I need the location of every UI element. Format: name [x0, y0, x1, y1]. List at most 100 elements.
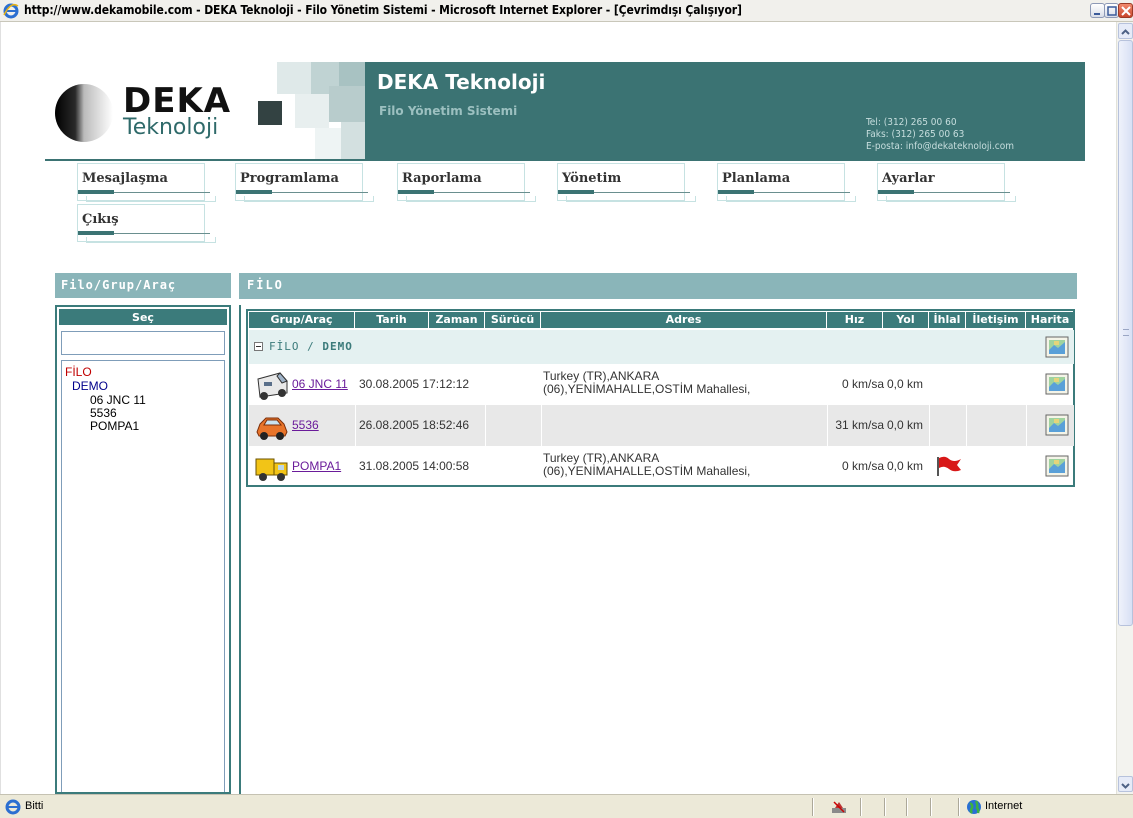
table-row[interactable]: 06 JNC 11 30.08.2005 17:12:12 Turkey (TR… [249, 364, 1074, 405]
column-header[interactable]: Harita [1026, 312, 1074, 328]
column-header[interactable]: Adres [541, 312, 827, 328]
logo-mosaic-tile [339, 62, 365, 86]
vehicle-link[interactable]: POMPA1 [292, 459, 341, 473]
menu-label: Mesajlaşma [82, 171, 168, 186]
status-divider [884, 798, 886, 816]
menu-mesajlasma[interactable]: Mesajlaşma [77, 163, 216, 202]
menu-shadow [406, 196, 536, 202]
logo-square-icon [258, 101, 282, 125]
contact-tel: Tel: (312) 265 00 60 [866, 117, 957, 128]
cell-divider [929, 405, 930, 446]
menu-label: Ayarlar [882, 171, 935, 186]
menu-planlama[interactable]: Planlama [717, 163, 856, 202]
map-icon[interactable] [1045, 414, 1069, 436]
tree-group-demo[interactable]: DEMO [72, 380, 108, 393]
vehicle-link[interactable]: 06 JNC 11 [292, 377, 348, 391]
status-divider [812, 798, 814, 816]
scroll-down-button[interactable] [1118, 776, 1133, 792]
breadcrumb-group[interactable]: DEMO [322, 340, 353, 353]
address-line: (06),YENİMAHALLE,OSTİM Mahallesi, [543, 464, 751, 478]
menu-shadow [86, 237, 216, 243]
deka-logo-icon [55, 84, 113, 142]
van-icon [257, 372, 288, 400]
menu-cikis[interactable]: Çıkış [77, 204, 216, 243]
cell-divider [355, 405, 356, 446]
cell-divider [541, 405, 542, 446]
select-header: Seç [59, 309, 227, 325]
vehicle-link[interactable]: 5536 [292, 418, 319, 432]
logo-mosaic-tile [315, 128, 341, 159]
select-label: Seç [132, 311, 154, 324]
status-divider [860, 798, 862, 816]
tree-vehicle[interactable]: POMPA1 [90, 420, 139, 433]
map-icon[interactable] [1045, 373, 1069, 395]
cell-divider [966, 405, 967, 446]
maximize-button[interactable] [1104, 3, 1119, 18]
cell-divider [827, 405, 828, 446]
logo-area: DEKA Teknoloji [45, 62, 365, 159]
column-header[interactable]: Sürücü [485, 312, 541, 328]
logo-text-deka: DEKA [123, 81, 232, 121]
row-address: Turkey (TR),ANKARA (06),YENİMAHALLE,OSTİ… [543, 452, 750, 478]
truck-icon [255, 458, 288, 481]
collapse-icon[interactable] [254, 342, 263, 351]
row-distance: 0,0 km [887, 418, 924, 432]
close-button[interactable] [1118, 3, 1133, 18]
breadcrumb-separator: / [299, 340, 323, 353]
menu-accent [78, 190, 114, 194]
menu-accent [78, 231, 114, 235]
menu-yonetim[interactable]: Yönetim [557, 163, 696, 202]
row-speed: 0 km/sa [841, 459, 884, 473]
group-breadcrumb: FİLO / DEMO [269, 340, 353, 353]
menu-programlama[interactable]: Programlama [235, 163, 374, 202]
scroll-up-button[interactable] [1118, 23, 1133, 39]
column-header[interactable]: Zaman [429, 312, 485, 328]
menu-label: Çıkış [82, 212, 119, 227]
offline-icon [832, 801, 846, 813]
menu-shadow [244, 196, 374, 202]
cell-divider [485, 405, 486, 446]
close-icon [1121, 6, 1131, 16]
left-panel: Seç FİLO DEMO 06 JNC 11 5536 POMPA1 [55, 305, 231, 794]
menu-ayarlar[interactable]: Ayarlar [877, 163, 1016, 202]
status-text: Bitti [25, 800, 44, 812]
menu-label: Yönetim [562, 171, 622, 186]
minimize-icon [1094, 13, 1100, 15]
cell-divider [1026, 405, 1027, 446]
column-header[interactable]: Yol [883, 312, 929, 328]
tree-root-filo[interactable]: FİLO [65, 366, 92, 379]
company-subtitle: Filo Yönetim Sistemi [379, 104, 518, 118]
column-header[interactable]: Grup/Araç [249, 312, 355, 328]
scroll-thumb[interactable] [1118, 40, 1133, 626]
vehicle-table: Grup/Araç Tarih Zaman Sürücü Adres Hız Y… [246, 309, 1075, 487]
group-row: FİLO / DEMO [249, 330, 1074, 364]
main-panel-header: FİLO [239, 273, 1077, 299]
ie-logo-icon [3, 3, 19, 19]
menu-label: Raporlama [402, 171, 482, 186]
table-row[interactable]: 5536 26.08.2005 18:52:46 31 km/sa 0,0 km [249, 405, 1074, 446]
search-input[interactable] [61, 331, 225, 355]
vertical-scrollbar[interactable] [1116, 22, 1133, 794]
row-distance: 0,0 km [887, 459, 924, 473]
column-header[interactable]: Hız [827, 312, 883, 328]
car-icon [256, 417, 288, 440]
minimize-button[interactable] [1090, 3, 1105, 18]
column-header[interactable]: Tarih [355, 312, 429, 328]
title-bar: http://www.dekamobile.com - DEKA Teknolo… [0, 0, 1133, 22]
chevron-down-icon [1121, 783, 1130, 789]
menu-accent [558, 190, 594, 194]
column-header[interactable]: İhlal [929, 312, 966, 328]
address-line: (06),YENİMAHALLE,OSTİM Mahallesi, [543, 382, 751, 396]
menu-raporlama[interactable]: Raporlama [397, 163, 536, 202]
violation-flag-icon[interactable] [935, 455, 963, 477]
contact-info: Tel: (312) 265 00 60 Faks: (312) 265 00 … [866, 117, 1014, 153]
map-icon[interactable] [1045, 336, 1069, 358]
breadcrumb-root[interactable]: FİLO [269, 340, 300, 353]
browser-window: http://www.dekamobile.com - DEKA Teknolo… [0, 0, 1133, 818]
menu-accent [718, 190, 754, 194]
map-icon[interactable] [1045, 455, 1069, 477]
maximize-icon [1107, 6, 1117, 16]
scroll-grip-icon [1123, 329, 1129, 336]
table-row[interactable]: POMPA1 31.08.2005 14:00:58 Turkey (TR),A… [249, 446, 1074, 487]
column-header[interactable]: İletişim [966, 312, 1026, 328]
